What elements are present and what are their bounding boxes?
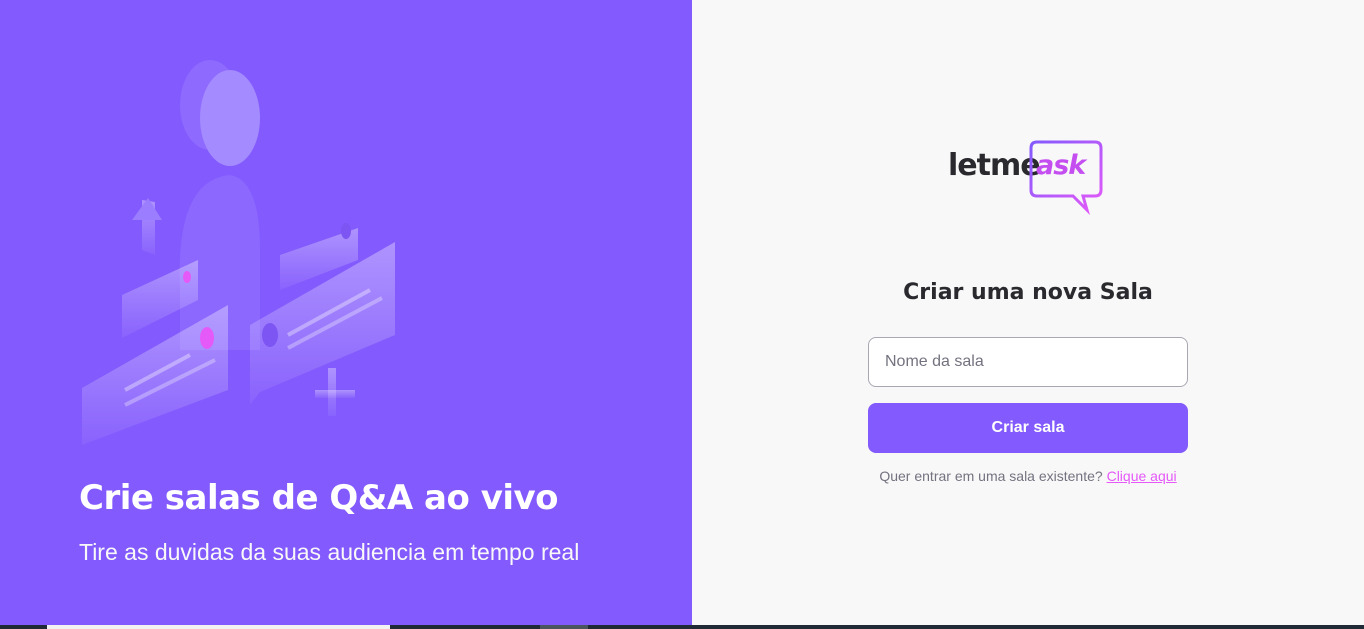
logo-text-ask: ask <box>1036 150 1086 181</box>
room-name-input[interactable] <box>868 337 1188 387</box>
q-and-a-illustration <box>82 60 395 445</box>
join-room-link[interactable]: Clique aqui <box>1107 468 1177 484</box>
main-content: letme ask Criar uma nova Sala Criar sala… <box>692 0 1364 625</box>
taskbar-item[interactable] <box>47 625 390 629</box>
hero-aside: Crie salas de Q&A ao vivo Tire as duvida… <box>0 0 692 625</box>
join-room-text: Quer entrar em uma sala existente? Cliqu… <box>868 468 1188 484</box>
join-room-prompt: Quer entrar em uma sala existente? <box>879 468 1103 484</box>
hero-subtitle: Tire as duvidas da suas audiencia em tem… <box>79 539 580 565</box>
taskbar <box>0 625 1364 629</box>
create-room-button[interactable]: Criar sala <box>868 403 1188 453</box>
hero-title: Crie salas de Q&A ao vivo <box>79 478 559 518</box>
form-title: Criar uma nova Sala <box>903 280 1153 305</box>
taskbar-item[interactable] <box>540 625 588 629</box>
logo-text-letme: letme <box>948 148 1041 183</box>
letmeask-logo: letme ask <box>948 138 1110 216</box>
